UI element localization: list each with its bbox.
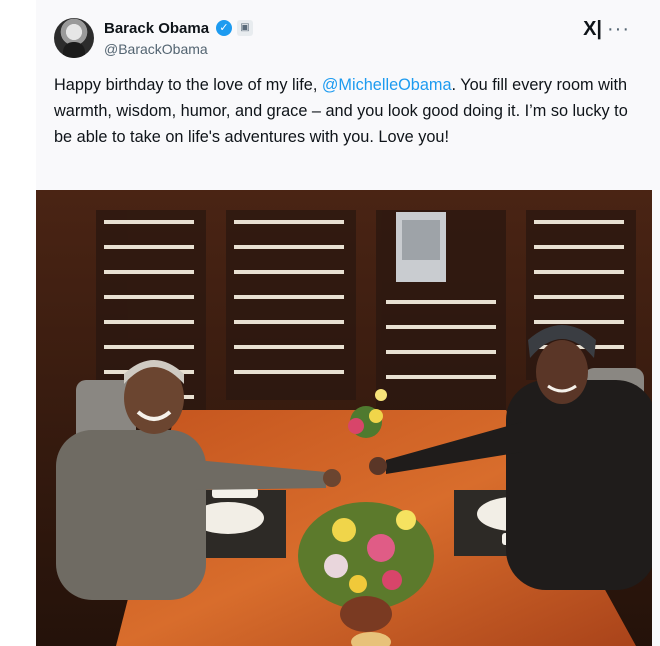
grok-icon[interactable]: X| bbox=[583, 18, 602, 41]
tweet-text-before: Happy birthday to the love of my life, bbox=[54, 76, 322, 94]
tweet-text: Happy birthday to the love of my life, @… bbox=[54, 72, 644, 150]
author-avatar[interactable] bbox=[54, 18, 94, 58]
author-handle[interactable]: @BarackObama bbox=[104, 41, 208, 57]
mention-link[interactable]: @MichelleObama bbox=[322, 76, 452, 94]
more-options-icon[interactable]: ··· bbox=[607, 18, 630, 41]
verified-badge-icon[interactable]: ✓ bbox=[216, 20, 232, 36]
author-name[interactable]: Barack Obama bbox=[104, 20, 209, 37]
tweet-header: Barack Obama ✓ ▣ @BarackObama X| ··· bbox=[54, 14, 644, 62]
photo-illustration bbox=[36, 190, 652, 646]
government-badge-icon: ▣ bbox=[237, 20, 253, 36]
tweet-photo[interactable] bbox=[36, 190, 652, 646]
air-conditioner bbox=[402, 220, 440, 260]
